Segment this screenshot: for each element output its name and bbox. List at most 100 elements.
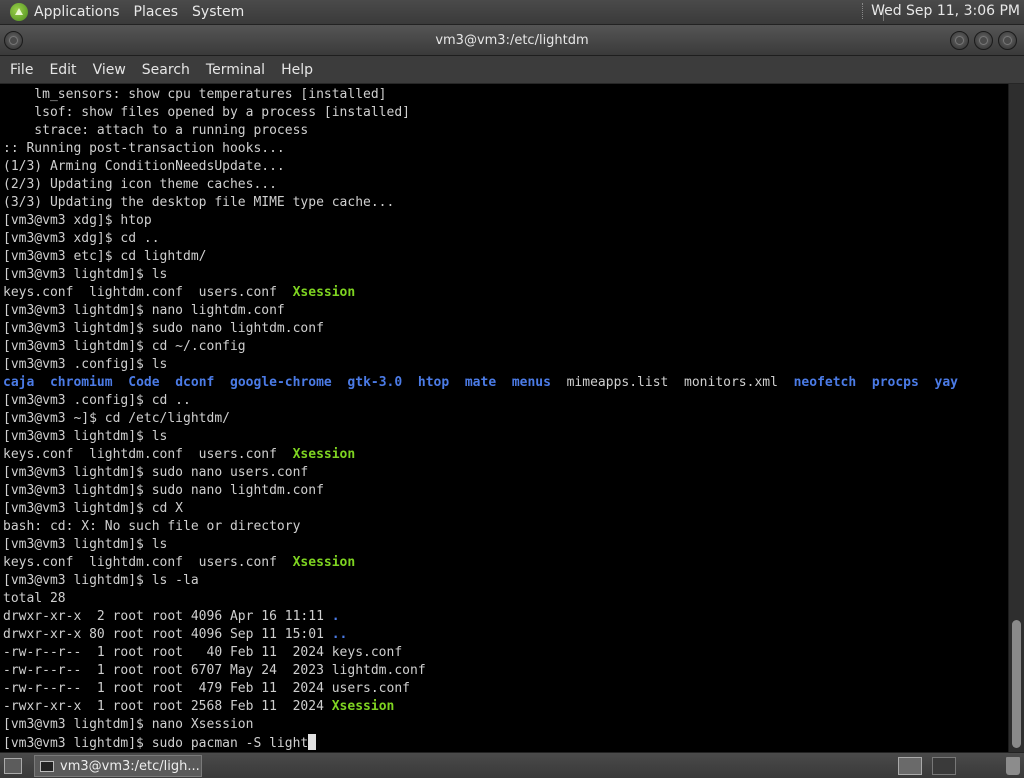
terminal-line: [vm3@vm3 lightdm]$ sudo nano users.conf	[3, 464, 958, 482]
menu-search[interactable]: Search	[142, 62, 190, 78]
terminal-text: [vm3@vm3 lightdm]$ sudo pacman -S light	[3, 736, 309, 751]
text-cursor	[308, 734, 317, 750]
terminal-text: -rwxr-xr-x 1 root root 2568 Feb 11 2024	[3, 699, 332, 714]
terminal-line: (3/3) Updating the desktop file MIME typ…	[3, 194, 958, 212]
terminal-text: [vm3@vm3 lightdm]$ ls -la	[3, 573, 199, 588]
terminal-output-area[interactable]: lm_sensors: show cpu temperatures [insta…	[0, 84, 1008, 752]
terminal-text: [vm3@vm3 etc]$ cd lightdm/	[3, 249, 207, 264]
terminal-text: -rw-r--r-- 1 root root 479 Feb 11 2024 u…	[3, 681, 410, 696]
terminal-line: -rwxr-xr-x 1 root root 2568 Feb 11 2024 …	[3, 698, 958, 716]
trash-icon[interactable]	[1006, 757, 1020, 775]
terminal-line: [vm3@vm3 xdg]$ cd ..	[3, 230, 958, 248]
menu-terminal[interactable]: Terminal	[206, 62, 265, 78]
terminal-text: [vm3@vm3 lightdm]$ nano lightdm.conf	[3, 303, 285, 318]
terminal-text: [vm3@vm3 lightdm]$ sudo nano lightdm.con…	[3, 483, 324, 498]
terminal-text: (3/3) Updating the desktop file MIME typ…	[3, 195, 395, 210]
terminal-text: [vm3@vm3 lightdm]$ ls	[3, 267, 168, 282]
directory-name: neofetch	[793, 375, 857, 390]
terminal-line: lsof: show files opened by a process [in…	[3, 104, 958, 122]
executable-name: Xsession	[292, 555, 356, 570]
executable-name: Xsession	[292, 285, 356, 300]
terminal-text: strace: attach to a running process	[3, 123, 309, 138]
terminal-line: lm_sensors: show cpu temperatures [insta…	[3, 86, 958, 104]
scrollbar-thumb[interactable]	[1012, 620, 1021, 748]
terminal-text: [vm3@vm3 lightdm]$ cd ~/.config	[3, 339, 246, 354]
panel-menu-system[interactable]: System	[192, 4, 244, 20]
terminal-text: [vm3@vm3 lightdm]$ cd X	[3, 501, 184, 516]
show-desktop-icon[interactable]	[4, 758, 22, 774]
terminal-line: [vm3@vm3 lightdm]$ ls	[3, 428, 958, 446]
terminal-text: (2/3) Updating icon theme caches...	[3, 177, 277, 192]
terminal-scrollbar[interactable]	[1008, 84, 1024, 752]
terminal-line: -rw-r--r-- 1 root root 40 Feb 11 2024 ke…	[3, 644, 958, 662]
terminal-line: :: Running post-transaction hooks...	[3, 140, 958, 158]
terminal-text: keys.conf lightdm.conf users.conf	[3, 285, 293, 300]
terminal-line: keys.conf lightdm.conf users.conf Xsessi…	[3, 554, 958, 572]
terminal-line: bash: cd: X: No such file or directory	[3, 518, 958, 536]
distro-logo-icon[interactable]	[10, 3, 28, 21]
directory-name: chromium	[49, 375, 113, 390]
terminal-text: (1/3) Arming ConditionNeedsUpdate...	[3, 159, 285, 174]
window-titlebar[interactable]: vm3@vm3:/etc/lightdm	[0, 25, 1024, 56]
terminal-text: -rw-r--r-- 1 root root 40 Feb 11 2024 ke…	[3, 645, 403, 660]
terminal-line: [vm3@vm3 lightdm]$ nano lightdm.conf	[3, 302, 958, 320]
directory-name: yay	[934, 375, 958, 390]
terminal-line: [vm3@vm3 lightdm]$ ls -la	[3, 572, 958, 590]
directory-name: ..	[331, 627, 348, 642]
terminal-line: drwxr-xr-x 80 root root 4096 Sep 11 15:0…	[3, 626, 958, 644]
directory-name: Code	[128, 375, 160, 390]
workspace-2[interactable]	[932, 757, 956, 775]
taskbar-window-label: vm3@vm3:/etc/ligh...	[60, 758, 200, 774]
top-panel: Applications Places System Wed Sep 11, 3…	[0, 0, 1024, 25]
terminal-line: [vm3@vm3 lightdm]$ sudo nano lightdm.con…	[3, 320, 958, 338]
terminal-line: [vm3@vm3 xdg]$ htop	[3, 212, 958, 230]
directory-name: procps	[871, 375, 919, 390]
terminal-line: [vm3@vm3 lightdm]$ sudo nano lightdm.con…	[3, 482, 958, 500]
executable-name: Xsession	[292, 447, 356, 462]
terminal-text: [vm3@vm3 lightdm]$ sudo nano users.conf	[3, 465, 309, 480]
terminal-line: [vm3@vm3 lightdm]$ sudo pacman -S light	[3, 734, 958, 752]
terminal-text: :: Running post-transaction hooks...	[3, 141, 285, 156]
menu-help[interactable]: Help	[281, 62, 313, 78]
workspace-1[interactable]	[898, 757, 922, 775]
terminal-line: [vm3@vm3 ~]$ cd /etc/lightdm/	[3, 410, 958, 428]
terminal-text: bash: cd: X: No such file or directory	[3, 519, 301, 534]
taskbar-window-button[interactable]: vm3@vm3:/etc/ligh...	[34, 755, 202, 777]
terminal-line: (2/3) Updating icon theme caches...	[3, 176, 958, 194]
terminal-menubar: File Edit View Search Terminal Help	[0, 56, 1024, 84]
terminal-line: [vm3@vm3 etc]$ cd lightdm/	[3, 248, 958, 266]
directory-name: htop	[417, 375, 450, 390]
directory-name: .	[331, 609, 340, 624]
panel-menu-places[interactable]: Places	[134, 4, 179, 20]
panel-clock[interactable]: Wed Sep 11, 3:06 PM	[862, 3, 1020, 19]
terminal-line: [vm3@vm3 .config]$ ls	[3, 356, 958, 374]
terminal-text: [vm3@vm3 xdg]$ htop	[3, 213, 152, 228]
bottom-taskbar: vm3@vm3:/etc/ligh...	[0, 752, 1024, 778]
terminal-text: lm_sensors: show cpu temperatures [insta…	[3, 87, 387, 102]
directory-name: dconf	[175, 375, 215, 390]
terminal-line: [vm3@vm3 .config]$ cd ..	[3, 392, 958, 410]
terminal-text: [vm3@vm3 ~]$ cd /etc/lightdm/	[3, 411, 230, 426]
terminal-line: -rw-r--r-- 1 root root 6707 May 24 2023 …	[3, 662, 958, 680]
menu-edit[interactable]: Edit	[49, 62, 76, 78]
directory-name: google-chrome	[230, 375, 332, 390]
terminal-line: keys.conf lightdm.conf users.conf Xsessi…	[3, 446, 958, 464]
panel-menu-applications[interactable]: Applications	[34, 4, 120, 20]
menu-file[interactable]: File	[10, 62, 33, 78]
minimize-button[interactable]	[950, 31, 969, 50]
menu-view[interactable]: View	[93, 62, 126, 78]
terminal-line: [vm3@vm3 lightdm]$ cd X	[3, 500, 958, 518]
terminal-text: [vm3@vm3 lightdm]$ sudo nano lightdm.con…	[3, 321, 324, 336]
maximize-button[interactable]	[974, 31, 993, 50]
terminal-line: drwxr-xr-x 2 root root 4096 Apr 16 11:11…	[3, 608, 958, 626]
terminal-line: total 28	[3, 590, 958, 608]
terminal-text: total 28	[3, 591, 66, 606]
terminal-text: lsof: show files opened by a process [in…	[3, 105, 410, 120]
terminal-text: [vm3@vm3 lightdm]$ nano Xsession	[3, 717, 254, 732]
close-button[interactable]	[998, 31, 1017, 50]
